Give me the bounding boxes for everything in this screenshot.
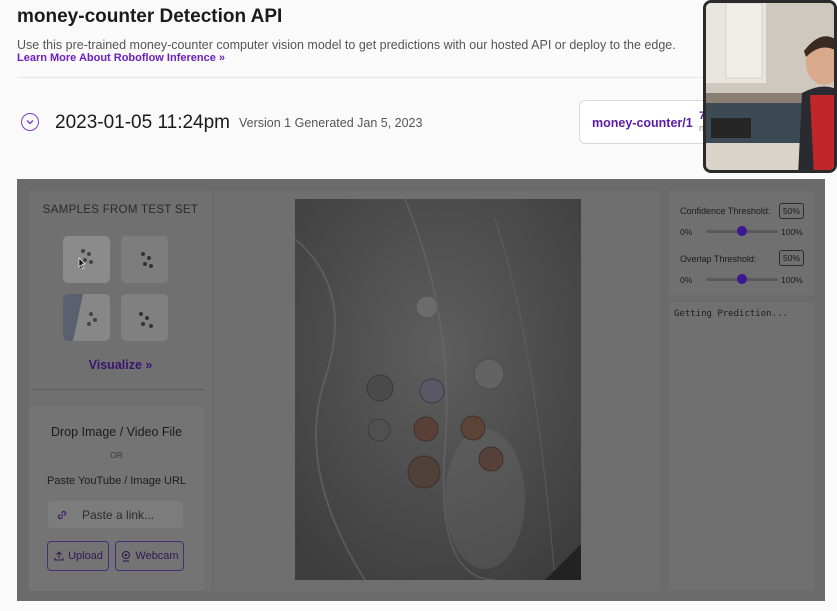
version-toggle-button[interactable] — [21, 113, 39, 131]
page-title: money-counter Detection API — [17, 6, 283, 27]
page-description: Use this pre-trained money-counter compu… — [17, 38, 676, 52]
prediction-output: Getting Prediction... — [669, 302, 814, 590]
webcam-icon — [122, 550, 131, 562]
confidence-slider-handle[interactable] — [737, 226, 747, 236]
confidence-max: 100% — [781, 227, 803, 237]
upload-icon — [54, 551, 64, 561]
webcam-overlay — [703, 0, 837, 173]
inference-panel: SAMPLES FROM TEST SET Visualize » Drop I… — [17, 179, 825, 601]
chevron-down-icon — [26, 120, 34, 125]
link-icon — [57, 510, 67, 519]
visualize-link[interactable]: Visualize » — [29, 358, 212, 372]
coins-photo — [295, 199, 581, 580]
sample-image — [63, 294, 110, 341]
sample-thumbnail[interactable] — [63, 236, 110, 283]
preview-image — [295, 199, 581, 580]
header-divider — [17, 77, 707, 78]
overlap-value-input[interactable]: 50% — [779, 250, 804, 266]
upload-label: Upload — [68, 550, 103, 562]
sample-image — [63, 236, 110, 283]
overlap-label: Overlap Threshold: — [680, 254, 757, 264]
confidence-slider[interactable] — [706, 226, 778, 236]
sample-thumbnail[interactable] — [63, 294, 110, 341]
drop-title: Drop Image / Video File — [50, 425, 183, 439]
overlap-slider[interactable] — [706, 274, 778, 284]
threshold-settings: Confidence Threshold: 50% 0% 100% Overla… — [669, 191, 814, 295]
learn-more-link[interactable]: Learn More About Roboflow Inference » — [17, 52, 225, 64]
overlap-max: 100% — [781, 275, 803, 285]
overlap-slider-handle[interactable] — [737, 274, 747, 284]
webcam-person-image — [706, 3, 834, 170]
samples-title: SAMPLES FROM TEST SET — [42, 204, 199, 216]
overlap-min: 0% — [680, 275, 693, 285]
preview-area — [214, 191, 660, 591]
sample-image — [121, 294, 168, 341]
confidence-min: 0% — [680, 227, 693, 237]
model-id: money-counter/1 — [592, 116, 693, 130]
paste-url-label: Paste YouTube / Image URL — [46, 475, 186, 487]
sample-thumbnail[interactable] — [121, 236, 168, 283]
paste-link-input[interactable]: Paste a link... — [48, 501, 183, 528]
sample-image — [121, 236, 168, 283]
paste-link-placeholder: Paste a link... — [82, 507, 155, 522]
upload-button[interactable]: Upload — [47, 541, 109, 571]
left-column: SAMPLES FROM TEST SET Visualize » Drop I… — [29, 191, 212, 591]
sample-thumbnail[interactable] — [121, 294, 168, 341]
version-info: Version 1 Generated Jan 5, 2023 — [239, 116, 423, 130]
version-date: 2023-01-05 11:24pm — [55, 112, 230, 133]
drop-or: OR — [110, 450, 123, 460]
drop-zone[interactable]: Drop Image / Video File OR Paste YouTube… — [29, 406, 204, 591]
left-divider — [32, 389, 204, 390]
prediction-status: Getting Prediction... — [674, 309, 788, 319]
webcam-label: Webcam — [135, 550, 179, 562]
webcam-button[interactable]: Webcam — [115, 541, 184, 571]
confidence-value-input[interactable]: 50% — [779, 203, 804, 219]
page-header: money-counter Detection API — [17, 6, 282, 28]
confidence-label: Confidence Threshold: — [680, 206, 771, 216]
